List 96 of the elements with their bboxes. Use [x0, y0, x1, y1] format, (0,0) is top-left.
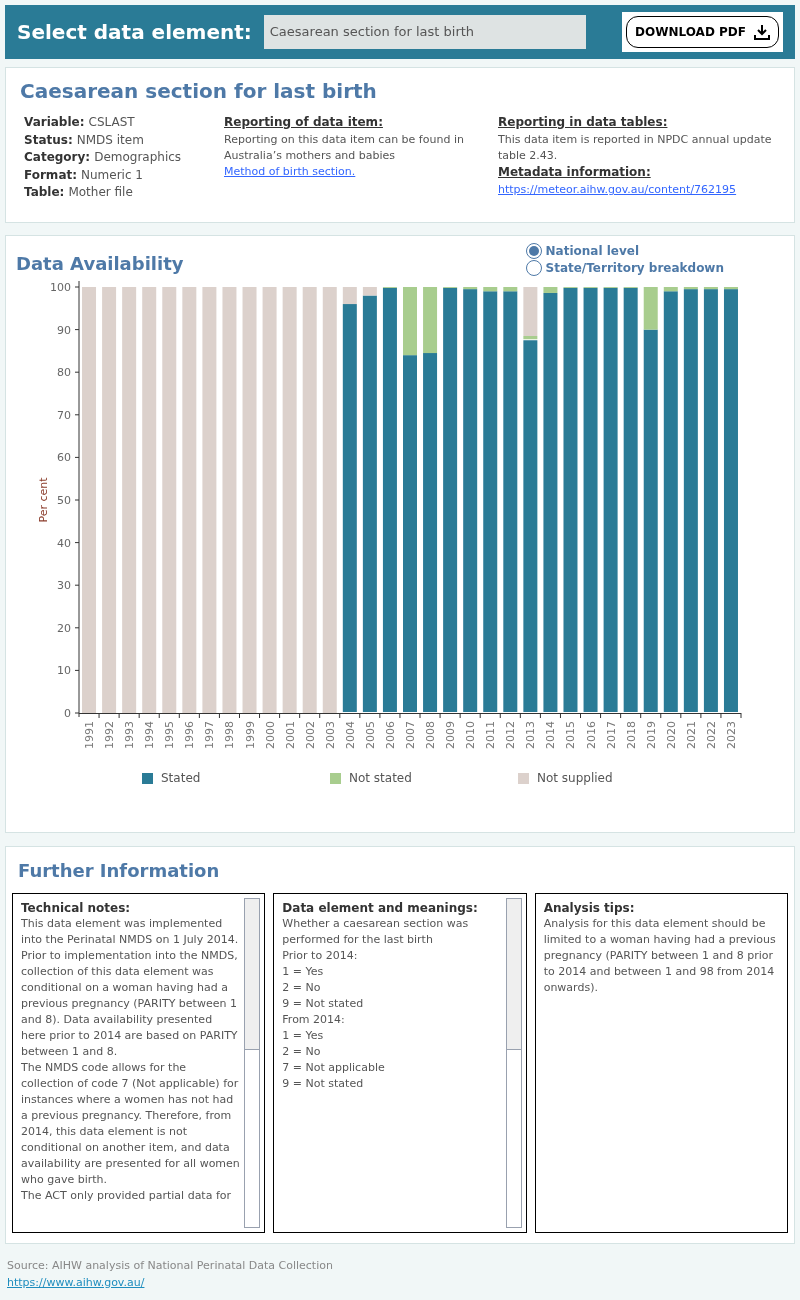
info-text: From 2014:: [282, 1012, 346, 1028]
x-tick-label: 2018: [624, 721, 638, 749]
field-label: Format:: [24, 166, 77, 184]
y-tick-label: 30: [57, 579, 71, 593]
x-tick-label: 1995: [163, 721, 177, 749]
info-heading: Analysis tips:: [543, 900, 636, 916]
info-heading: Data element and meanings:: [282, 900, 479, 916]
x-tick-label: 2015: [564, 721, 578, 749]
download-icon: [754, 24, 770, 40]
section-title: Further Information: [18, 859, 221, 883]
field-label: Category:: [24, 149, 91, 166]
section-heading: Reporting of data item:: [224, 114, 384, 131]
x-tick-label: 2022: [704, 721, 718, 749]
info-heading: Technical notes:: [21, 900, 132, 916]
x-tick-label: 1991: [83, 721, 97, 749]
radio-option[interactable]: State/Territory breakdown: [525, 259, 724, 276]
field-value: Mother file: [68, 184, 133, 201]
y-tick-label: 40: [57, 536, 71, 550]
x-tick-label: 2013: [524, 721, 538, 749]
x-tick-label: 1998: [223, 721, 237, 749]
element-title: Caesarean section for last birth: [20, 78, 378, 105]
y-axis-title: Per cent: [37, 477, 50, 523]
x-tick-label: 2023: [724, 721, 738, 749]
x-tick-label: 2008: [424, 721, 438, 749]
y-tick-label: 60: [57, 451, 71, 465]
info-text: Whether a caesarean section was performed for the last birth: [282, 916, 470, 948]
x-tick-label: 2021: [684, 721, 698, 749]
field-value: Demographics: [94, 149, 182, 166]
y-tick-label: 10: [57, 664, 71, 678]
x-tick-label: 1992: [103, 721, 117, 749]
x-tick-label: 1993: [123, 721, 137, 749]
info-text: 2 = No: [282, 980, 322, 996]
legend-label: Stated: [161, 770, 201, 787]
y-tick-label: 20: [57, 621, 71, 635]
field-value: NMDS item: [76, 131, 144, 149]
x-tick-label: 2004: [343, 721, 357, 749]
scrollbar[interactable]: [244, 898, 261, 1228]
info-text: 9 = Not stated: [282, 1076, 365, 1092]
field-value: Numeric 1: [81, 166, 143, 184]
selector-label: Select data element:: [17, 19, 252, 46]
field-label: Variable:: [24, 114, 85, 131]
info-text: 2 = No: [282, 1044, 322, 1060]
info-text: Prior to 2014:: [282, 948, 359, 964]
info-text: 1 = Yes: [282, 964, 325, 980]
data-element-selector[interactable]: Caesarean section for last birth: [263, 15, 586, 49]
y-tick-label: 90: [57, 323, 71, 337]
x-tick-label: 1996: [183, 721, 197, 749]
source-note: Source: AIHW analysis of National Perinatal Data Collection: [7, 1258, 334, 1274]
reporting-text: Reporting on this data item can be found in Australia’s mothers and babies Method of birth section.: [224, 131, 465, 180]
x-tick-label: 2010: [464, 721, 478, 749]
info-text: 7 = Not applicable: [282, 1060, 386, 1076]
info-text: Prior to implementation into the NMDS, collection of this data element was conditional on a woman having had a previous pregnancy (PARITY between 1 and 8). Data availability presented here prior to 2014 are based on PARITY between 1 and 8.: [21, 948, 239, 1060]
field-value: CSLAST: [88, 114, 135, 131]
reporting-text: This data item is reported in NPDC annual update table 2.43.: [498, 131, 773, 164]
y-tick-label: 100: [50, 281, 71, 294]
info-text: 9 = Not stated: [282, 996, 365, 1012]
legend-label: Not stated: [349, 770, 412, 787]
x-tick-label: 2006: [383, 721, 397, 749]
info-text: Analysis for this data element should be limited to a woman having had a previous pregnancy (PARITY between 1 and 8 prior to 2014 and between 1 and 98 from 2014 onwards).: [543, 916, 777, 996]
y-tick-label: 70: [57, 408, 71, 422]
x-tick-label: 1994: [143, 721, 157, 749]
info-text: The ACT only provided partial data for: [21, 1188, 233, 1204]
x-tick-label: 2011: [484, 721, 498, 749]
x-tick-label: 2005: [363, 721, 377, 749]
x-tick-label: 2002: [303, 721, 317, 749]
scrollbar[interactable]: [505, 898, 522, 1228]
x-tick-label: 2016: [584, 721, 598, 749]
legend-label: Not supplied: [537, 770, 613, 787]
y-tick-label: 0: [64, 707, 71, 720]
download-pdf-button[interactable]: DOWNLOAD PDF: [626, 16, 779, 48]
x-tick-label: 2007: [404, 721, 417, 749]
x-tick-label: 2009: [444, 721, 458, 749]
field-label: Table:: [24, 184, 65, 201]
x-tick-label: 2019: [644, 721, 658, 749]
x-tick-label: 2020: [664, 721, 678, 749]
metadata-link[interactable]: https://meteor.aihw.gov.au/content/762195: [498, 183, 737, 196]
y-tick-label: 80: [57, 366, 71, 380]
source-link[interactable]: https://www.aihw.gov.au/: [7, 1275, 145, 1289]
x-tick-label: 2001: [283, 721, 297, 749]
info-text: This data element was implemented into the Perinatal NMDS on 1 July 2014.: [21, 916, 240, 948]
x-tick-label: 2003: [323, 721, 337, 749]
x-tick-label: 1999: [243, 721, 257, 749]
method-link[interactable]: Method of birth section.: [224, 164, 356, 178]
x-tick-label: 1997: [203, 721, 217, 749]
info-text: 1 = Yes: [282, 1028, 325, 1044]
x-tick-label: 2012: [504, 721, 518, 749]
y-tick-label: 50: [57, 494, 71, 507]
x-tick-label: 2017: [604, 721, 618, 749]
field-label: Status:: [24, 131, 73, 149]
section-title: Data Availability: [16, 252, 184, 276]
info-text: The NMDS code allows for the collection of code 7 (Not applicable) for instances where a women has not had a previous pregnancy. Therefore, from 2014, this data element is not conditional on another item, and data availability are presented for all women who gave birth.: [21, 1060, 241, 1188]
x-tick-label: 2000: [263, 721, 277, 749]
section-heading: Metadata information:: [498, 163, 652, 181]
radio-option[interactable]: National level: [525, 242, 724, 259]
x-tick-label: 2014: [544, 721, 558, 749]
section-heading: Reporting in data tables:: [498, 114, 669, 131]
